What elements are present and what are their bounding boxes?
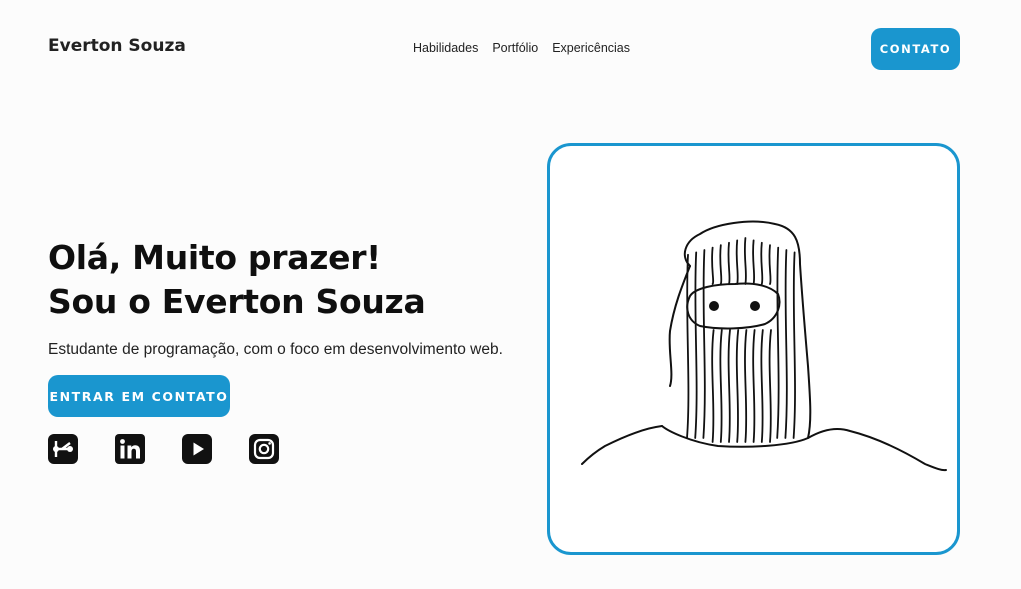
knit-stripe [711, 246, 715, 443]
git-icon[interactable] [48, 434, 78, 464]
knit-stripe [702, 249, 706, 439]
knit-stripe [727, 241, 731, 443]
youtube-icon[interactable] [182, 434, 212, 464]
balaclava-drawing-image [581, 220, 947, 472]
hero-title-line-1: Olá, Muito prazer! [48, 238, 381, 277]
knit-stripe [694, 251, 698, 439]
social-links [48, 434, 279, 464]
knit-stripe [752, 239, 756, 443]
knit-stripe [768, 244, 772, 443]
hero-title: Olá, Muito prazer! Sou o Everton Souza [48, 236, 426, 324]
hero-subtitle: Estudante de programação, com o foco em … [48, 341, 503, 358]
get-in-touch-button[interactable]: ENTRAR EM CONTATO [48, 375, 230, 417]
linkedin-icon[interactable] [115, 434, 145, 464]
hero-title-line-2: Sou o Everton Souza [48, 282, 426, 321]
knit-stripe [792, 251, 796, 439]
site-header: Everton Souza Habilidades Portfólio Expe… [0, 0, 1021, 96]
contact-button[interactable]: CONTATO [871, 28, 960, 70]
knit-stripe [776, 246, 780, 439]
knit-stripe [735, 239, 740, 443]
knit-stripe [760, 241, 764, 443]
nav-link-portfolio[interactable]: Portfólio [492, 41, 538, 55]
knit-stripe [686, 253, 690, 439]
nav-link-experiencias[interactable]: Expericências [552, 41, 630, 55]
instagram-icon[interactable] [249, 434, 279, 464]
knit-stripe [784, 249, 788, 439]
knit-stripe [743, 237, 748, 443]
profile-illustration-frame [547, 143, 960, 555]
main-nav: Habilidades Portfólio Expericências [413, 41, 630, 55]
nav-link-habilidades[interactable]: Habilidades [413, 41, 478, 55]
knit-stripe [719, 244, 723, 443]
brand-name[interactable]: Everton Souza [48, 36, 186, 56]
